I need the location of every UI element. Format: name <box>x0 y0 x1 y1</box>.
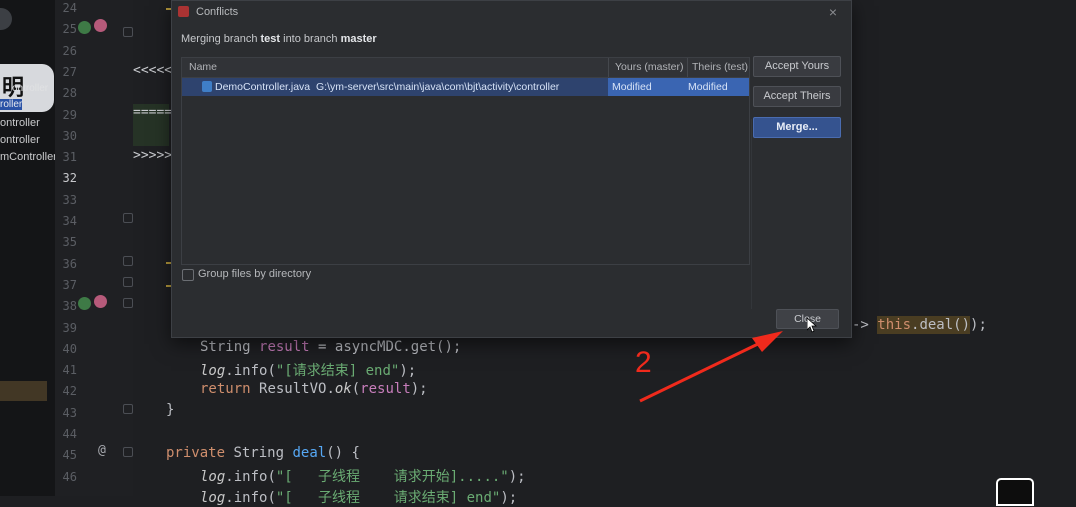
arrow-head <box>752 331 783 352</box>
arrow-shaft <box>639 341 761 403</box>
annotation-arrow <box>639 331 783 403</box>
mouse-pointer-icon <box>807 318 817 333</box>
annotation-step-number: 2 <box>635 346 652 379</box>
tv-logo-icon <box>996 478 1034 506</box>
